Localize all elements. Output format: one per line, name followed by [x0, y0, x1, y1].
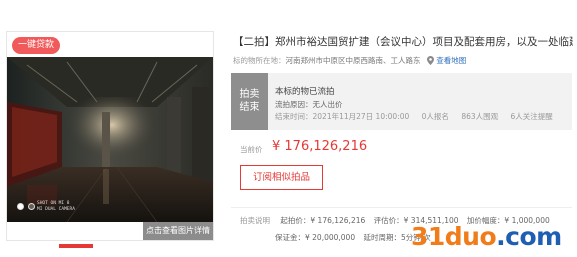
camera-watermark: SHOT ON MI 8 MI DUAL CAMERA: [37, 201, 75, 212]
watcher-count: 6人关注提醒: [510, 112, 553, 121]
location-address: 河南郑州市中原区中原西路南、工人路东: [285, 56, 421, 65]
status-tag-line2: 结束: [239, 102, 260, 113]
loan-badge[interactable]: 一键贷款: [12, 37, 60, 54]
auction-ended-tag: 拍卖 结束: [231, 73, 268, 130]
image-gallery: 一键贷款 SHOT ON MI 8 MI DUAL CAMERA 点击查看图片详…: [6, 31, 214, 241]
carousel-dots: [17, 203, 35, 210]
site-watermark: 31duo.com: [411, 222, 562, 251]
status-stats: 结束时间：2021年11月27日 10:00:00 0人报名 863人围观 6人…: [275, 111, 563, 122]
lot-location: 标的物所在地：河南郑州市中原区中原西路南、工人路东 查看地图: [233, 55, 466, 67]
status-tag-line1: 拍卖: [239, 89, 260, 100]
subscribe-similar-button[interactable]: 订阅相似拍品: [240, 165, 323, 190]
property-photo[interactable]: SHOT ON MI 8 MI DUAL CAMERA: [7, 57, 213, 222]
view-image-details-button[interactable]: 点击查看图片详情: [143, 222, 213, 240]
section-divider: [231, 207, 572, 208]
status-reason: 流拍原因：无人出价: [275, 100, 343, 109]
carousel-dot[interactable]: [17, 203, 24, 210]
status-headline: 本标的物已流拍: [275, 87, 335, 97]
view-map-link[interactable]: 查看地图: [436, 56, 466, 65]
watermark-part2: .com: [496, 222, 562, 251]
deposit: 保证金：¥ 20,000,000: [275, 233, 356, 242]
current-price-label: 当前价: [240, 145, 263, 154]
start-price: 起拍价：¥ 176,126,216: [280, 216, 366, 225]
auction-status-box: 拍卖 结束 本标的物已流拍 流拍原因：无人出价 结束时间：2021年11月27日…: [231, 73, 572, 130]
map-pin-icon: [426, 55, 434, 67]
location-label: 标的物所在地：: [233, 56, 286, 65]
signup-count: 0人报名: [421, 112, 449, 121]
current-price-value: ¥ 176,126,216: [272, 139, 368, 154]
view-count: 863人围观: [461, 112, 499, 121]
lot-title: 【二拍】郑州市裕达国贸扩建（会议中心）项目及配套用房，以及一处临建房屋: [233, 36, 573, 48]
carousel-dot[interactable]: [28, 203, 35, 210]
end-time: 结束时间：2021年11月27日 10:00:00: [275, 112, 410, 121]
active-thumbnail-indicator: [59, 244, 93, 248]
watermark-part1: 31duo: [411, 222, 497, 251]
auction-notes-label: 拍卖说明: [240, 216, 270, 225]
lobby-photo-image: [7, 57, 213, 222]
